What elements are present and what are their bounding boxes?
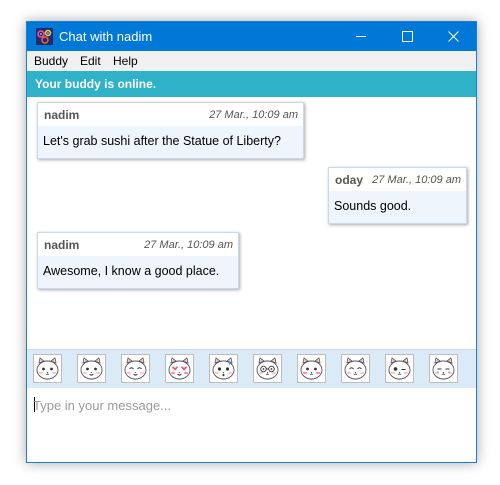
neutral-cat-icon (36, 357, 59, 380)
message-text: Sounds good. (334, 199, 412, 213)
emoticon-button[interactable] (429, 354, 458, 383)
emoticon-button[interactable] (209, 354, 238, 383)
chat-window: Chat with nadim Buddy Edit Help Your bud… (26, 21, 477, 463)
emoticon-button[interactable] (33, 354, 62, 383)
emoticon-button[interactable] (385, 354, 414, 383)
window-title: Chat with nadim (59, 29, 153, 44)
minimize-button[interactable] (338, 22, 384, 51)
crying-cat-icon (432, 357, 455, 380)
maximize-button[interactable] (384, 22, 430, 51)
message-header: nadim 27 Mar., 10:09 am (38, 103, 303, 126)
menu-buddy[interactable]: Buddy (34, 54, 68, 68)
emoticon-button[interactable] (165, 354, 194, 383)
glasses-cat-icon (256, 357, 279, 380)
minimize-icon (355, 36, 366, 37)
emoticon-bar (27, 349, 476, 389)
menu-bar: Buddy Edit Help (27, 51, 476, 71)
message-time: 27 Mar., 10:09 am (144, 239, 233, 251)
blush-cat-icon (300, 357, 323, 380)
message-bubble: oday 27 Mar., 10:09 am Sounds good. (328, 167, 467, 224)
emoticon-button[interactable] (77, 354, 106, 383)
message-header: oday 27 Mar., 10:09 am (329, 168, 466, 191)
happy-cat-icon (124, 357, 147, 380)
menu-edit[interactable]: Edit (80, 54, 101, 68)
message-sender: oday (335, 173, 364, 187)
emoticon-button[interactable] (253, 354, 282, 383)
buddy-status-bar: Your buddy is online. (27, 71, 476, 97)
menu-help[interactable]: Help (113, 54, 138, 68)
message-time: 27 Mar., 10:09 am (209, 109, 298, 121)
buddy-status-text: Your buddy is online. (35, 77, 157, 91)
fireworks-app-icon (36, 28, 53, 45)
content-cat-icon (344, 357, 367, 380)
surprised-cat-icon (212, 357, 235, 380)
message-input[interactable] (33, 395, 463, 415)
message-bubble: nadim 27 Mar., 10:09 am Awesome, I know … (37, 232, 239, 289)
close-icon (447, 31, 459, 42)
emoticon-button[interactable] (297, 354, 326, 383)
message-text: Let's grab sushi after the Statue of Lib… (43, 134, 281, 148)
message-time: 27 Mar., 10:09 am (372, 174, 461, 186)
emoticon-button[interactable] (121, 354, 150, 383)
message-sender: nadim (44, 238, 80, 252)
message-input-area[interactable] (27, 388, 476, 462)
title-bar[interactable]: Chat with nadim (27, 22, 476, 51)
emoticon-button[interactable] (341, 354, 370, 383)
message-text: Awesome, I know a good place. (43, 264, 220, 278)
message-sender: nadim (44, 108, 80, 122)
smile-cat-icon (80, 357, 103, 380)
message-header: nadim 27 Mar., 10:09 am (38, 233, 238, 256)
conversation-area[interactable]: nadim 27 Mar., 10:09 am Let's grab sushi… (27, 97, 476, 349)
message-bubble: nadim 27 Mar., 10:09 am Let's grab sushi… (37, 102, 304, 159)
heart-eyes-cat-icon (168, 357, 191, 380)
close-button[interactable] (430, 22, 476, 51)
wink-cat-icon (388, 357, 411, 380)
maximize-icon (401, 31, 413, 42)
